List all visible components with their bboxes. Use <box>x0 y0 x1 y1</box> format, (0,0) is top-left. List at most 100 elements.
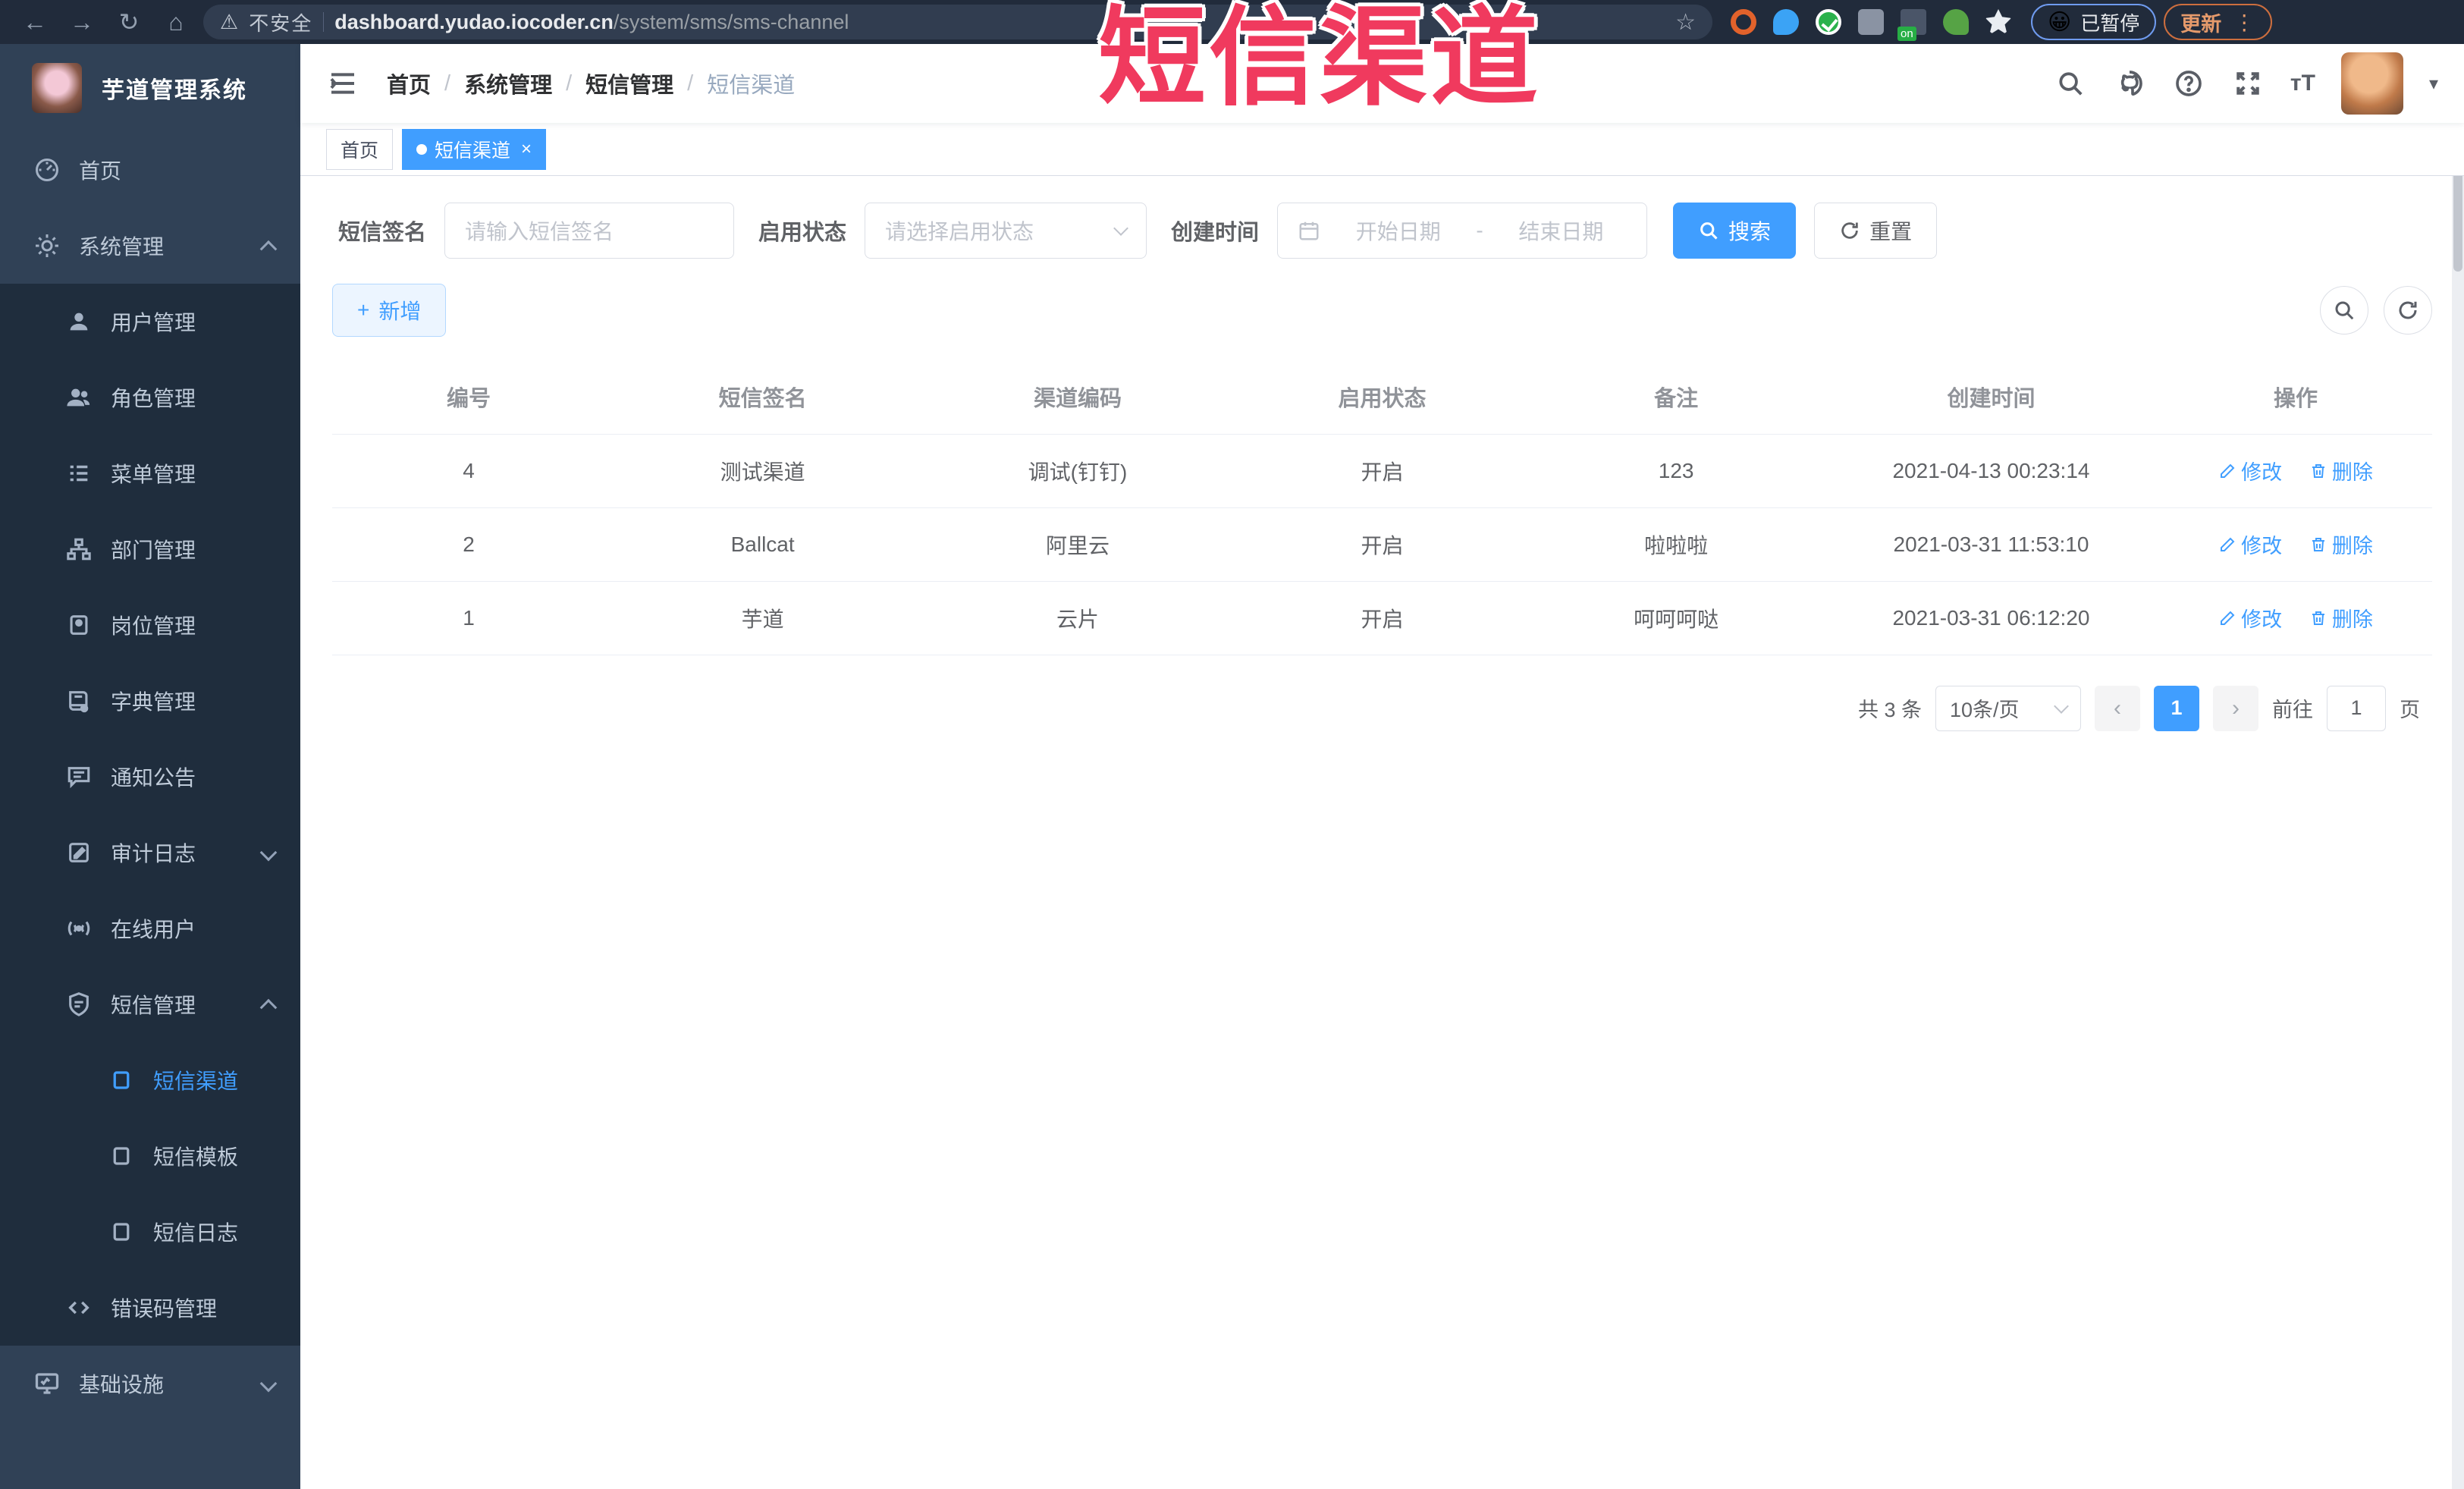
cell-sign: 测试渠道 <box>604 434 921 508</box>
sidebar-item-home[interactable]: 首页 <box>0 132 300 208</box>
caret-down-icon[interactable]: ▾ <box>2429 73 2438 95</box>
status-select[interactable]: 请选择启用状态 <box>865 203 1147 259</box>
sidebar-item-audit-log[interactable]: 审计日志 <box>0 815 300 891</box>
sidebar-item-label: 系统管理 <box>79 235 165 259</box>
sidebar-item-dict[interactable]: 字典管理 <box>0 663 300 739</box>
sidebar-collapse-icon[interactable] <box>326 68 359 99</box>
cell-code: 调试(钉钉) <box>920 434 1235 508</box>
sidebar-item-notice[interactable]: 通知公告 <box>0 739 300 815</box>
sidebar-item-sms-channel[interactable]: 短信渠道 <box>0 1042 300 1118</box>
cell-id: 1 <box>332 581 605 655</box>
chevron-down-icon <box>1113 221 1128 236</box>
font-size-icon[interactable]: тT <box>2290 71 2315 96</box>
col-code: 渠道编码 <box>920 360 1235 435</box>
table-header-row: 编号 短信签名 渠道编码 启用状态 备注 创建时间 操作 <box>332 360 2432 435</box>
page-size-select[interactable]: 10条/页 <box>1935 685 2081 731</box>
edit-link[interactable]: 修改 <box>2218 603 2282 633</box>
user-avatar[interactable] <box>2340 52 2403 115</box>
date-range-picker[interactable]: 开始日期 - 结束日期 <box>1277 203 1648 259</box>
sidebar-item-online-users[interactable]: 在线用户 <box>0 891 300 966</box>
page-url: dashboard.yudao.iocoder.cn/system/sms/sm… <box>334 11 1665 34</box>
monitor-icon <box>32 1368 62 1399</box>
app-title: 芋道管理系统 <box>102 78 247 103</box>
browser-update-button[interactable]: 更新 ⋮ <box>2164 4 2273 40</box>
cell-status: 开启 <box>1235 434 1530 508</box>
breadcrumb-item[interactable]: 短信管理 <box>585 68 673 99</box>
extension-icon[interactable] <box>1731 9 1756 35</box>
tags-view-bar: 首页 短信渠道 × <box>300 123 2464 176</box>
col-created: 创建时间 <box>1822 360 2159 435</box>
delete-link[interactable]: 删除 <box>2309 456 2373 485</box>
page-scrollbar[interactable] <box>2452 44 2464 1489</box>
plus-icon: + <box>357 298 370 322</box>
next-page-button[interactable]: › <box>2213 685 2258 731</box>
browser-address-bar[interactable]: ⚠ 不安全 dashboard.yudao.iocoder.cn/system/… <box>203 5 1712 39</box>
search-button[interactable]: 搜索 <box>1673 203 1797 259</box>
sidebar-item-label: 短信管理 <box>111 994 196 1017</box>
breadcrumb-item[interactable]: 首页 <box>387 68 431 99</box>
extension-icon[interactable] <box>1773 9 1799 35</box>
breadcrumb-item[interactable]: 系统管理 <box>464 68 552 99</box>
paused-label: 已暂停 <box>2080 11 2140 35</box>
extension-icon[interactable] <box>1816 9 1841 35</box>
browser-forward-icon[interactable]: → <box>62 5 102 39</box>
sidebar-item-menus[interactable]: 菜单管理 <box>0 435 300 511</box>
goto-page-input[interactable] <box>2327 685 2386 731</box>
refresh-table-button[interactable] <box>2384 286 2432 335</box>
delete-link[interactable]: 删除 <box>2309 529 2373 559</box>
cell-status: 开启 <box>1235 507 1530 582</box>
browser-home-icon[interactable]: ⌂ <box>156 5 196 39</box>
sidebar-item-sms[interactable]: 短信管理 <box>0 966 300 1042</box>
sidebar-item-departments[interactable]: 部门管理 <box>0 511 300 587</box>
edit-log-icon <box>64 837 94 868</box>
search-icon[interactable] <box>2054 67 2087 100</box>
sidebar-item-sms-log[interactable]: 短信日志 <box>0 1194 300 1270</box>
edit-link[interactable]: 修改 <box>2218 529 2282 559</box>
sidebar-item-error-code[interactable]: 错误码管理 <box>0 1270 300 1346</box>
breadcrumb-separator: / <box>566 71 573 96</box>
extension-icon[interactable] <box>1985 9 2011 35</box>
sidebar-item-sms-template[interactable]: 短信模板 <box>0 1118 300 1194</box>
sidebar-item-roles[interactable]: 角色管理 <box>0 360 300 435</box>
prev-page-button[interactable]: ‹ <box>2095 685 2140 731</box>
toolbar-right <box>2320 286 2432 335</box>
edit-link[interactable]: 修改 <box>2218 456 2282 485</box>
current-page-button[interactable]: 1 <box>2154 685 2199 731</box>
col-sign: 短信签名 <box>604 360 921 435</box>
close-icon[interactable]: × <box>521 139 532 160</box>
cell-remark: 123 <box>1529 434 1823 508</box>
extension-icon[interactable] <box>1943 9 1969 35</box>
breadcrumb-current: 短信渠道 <box>707 74 796 98</box>
reset-button[interactable]: 重置 <box>1814 203 1938 259</box>
browser-back-icon[interactable]: ← <box>15 5 55 39</box>
status-label: 启用状态 <box>758 221 847 245</box>
list-icon <box>64 458 94 488</box>
sidebar-item-posts[interactable]: 岗位管理 <box>0 587 300 663</box>
sidebar-item-infra[interactable]: 基础设施 <box>0 1346 300 1421</box>
table-row: 2 Ballcat 阿里云 开启 啦啦啦 2021-03-31 11:53:10… <box>332 507 2432 582</box>
sign-input[interactable]: 请输入短信签名 <box>444 203 735 259</box>
tag-sms-channel[interactable]: 短信渠道 × <box>402 128 547 170</box>
bookmark-star-icon[interactable]: ☆ <box>1675 9 1696 36</box>
paused-extension-button[interactable]: 😀 已暂停 <box>2031 4 2157 40</box>
add-button[interactable]: + 新增 <box>332 284 447 337</box>
github-icon[interactable] <box>2113 67 2146 100</box>
tag-home[interactable]: 首页 <box>326 128 394 170</box>
browser-reload-icon[interactable]: ↻ <box>109 5 149 39</box>
help-icon[interactable] <box>2172 67 2205 100</box>
sidebar-item-system[interactable]: 系统管理 <box>0 208 300 284</box>
code-icon <box>64 1293 94 1323</box>
square-icon <box>106 1141 137 1171</box>
security-warning-icon[interactable]: ⚠ <box>220 11 238 34</box>
more-vert-icon[interactable]: ⋮ <box>2233 10 2255 35</box>
goto-label: 前往 <box>2272 699 2313 721</box>
delete-link[interactable]: 删除 <box>2309 603 2373 633</box>
extension-icon[interactable] <box>1858 9 1884 35</box>
extension-icon[interactable] <box>1897 9 1926 41</box>
date-end-placeholder: 结束日期 <box>1518 220 1604 243</box>
chevron-down-icon <box>2054 698 2069 714</box>
sidebar-item-users[interactable]: 用户管理 <box>0 284 300 360</box>
fullscreen-icon[interactable] <box>2231 67 2265 100</box>
toggle-search-button[interactable] <box>2320 286 2368 335</box>
sidebar-item-label: 用户管理 <box>111 311 196 335</box>
